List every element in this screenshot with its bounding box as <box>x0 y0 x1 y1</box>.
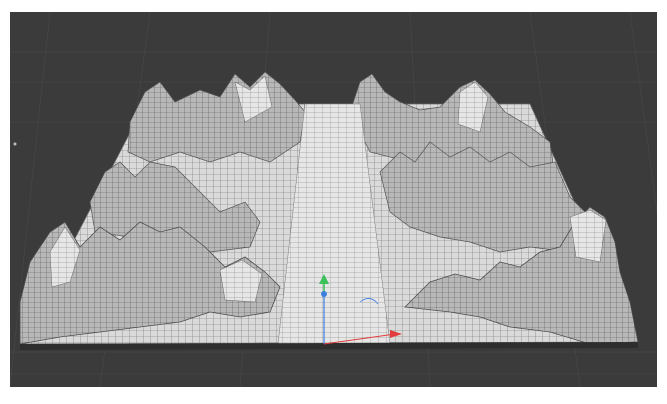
terrain-mesh[interactable] <box>19 71 639 350</box>
screenshot-frame <box>0 0 667 404</box>
3d-viewport[interactable] <box>10 12 657 387</box>
terrain-highlight-4 <box>569 209 607 263</box>
z-axis-arrow-icon[interactable] <box>321 291 327 297</box>
terrain-ridge-back-left <box>127 71 306 163</box>
scene-canvas[interactable] <box>10 12 657 387</box>
origin-marker-icon <box>13 142 17 146</box>
